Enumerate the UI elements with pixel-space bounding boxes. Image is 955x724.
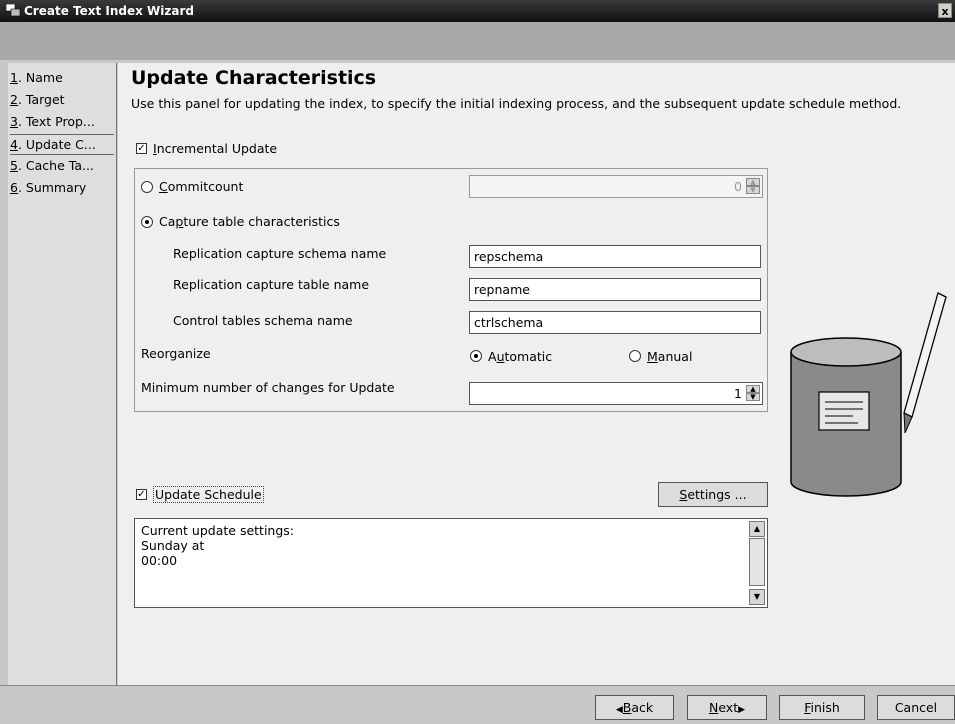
incremental-update-checkbox[interactable]: ✓ bbox=[136, 143, 147, 154]
close-button[interactable]: x bbox=[938, 3, 952, 18]
manual-radio[interactable] bbox=[629, 350, 641, 362]
page-description: Use this panel for updating the index, t… bbox=[131, 96, 902, 111]
update-schedule-label: Update Schedule bbox=[153, 486, 264, 503]
ctrl-schema-input[interactable]: ctrlschema bbox=[469, 311, 761, 334]
capture-table-radio[interactable] bbox=[141, 216, 153, 228]
next-button[interactable]: Next▶ bbox=[687, 695, 767, 720]
title-bar: Create Text Index Wizard x bbox=[0, 0, 955, 22]
settings-button[interactable]: Settings ... bbox=[658, 482, 768, 507]
update-schedule-checkbox[interactable]: ✓ bbox=[136, 489, 147, 500]
scroll-thumb[interactable] bbox=[749, 538, 765, 586]
back-arrow-icon: ◀ bbox=[615, 705, 623, 715]
sidebar-item-text-properties[interactable]: 3. Text Prop... bbox=[10, 112, 114, 131]
spin-up-icon[interactable]: ▲ bbox=[746, 385, 760, 393]
sidebar-item-name[interactable]: 1. Name bbox=[10, 68, 114, 87]
cancel-button[interactable]: Cancel bbox=[877, 695, 955, 720]
automatic-radio[interactable] bbox=[470, 350, 482, 362]
scroll-down-icon[interactable]: ▼ bbox=[749, 589, 765, 605]
commitcount-value: 0 bbox=[734, 179, 742, 194]
min-changes-label: Minimum number of changes for Update bbox=[141, 380, 395, 395]
schedule-scrollbar[interactable]: ▲ ▼ bbox=[749, 521, 765, 605]
scroll-up-icon[interactable]: ▲ bbox=[749, 521, 765, 537]
sidebar-item-target[interactable]: 2. Target bbox=[10, 90, 114, 109]
ctrl-schema-label: Control tables schema name bbox=[173, 313, 353, 328]
spin-down-icon[interactable]: ▼ bbox=[746, 186, 760, 194]
spin-down-icon[interactable]: ▼ bbox=[746, 393, 760, 401]
commitcount-spinner[interactable]: 0 ▲ ▼ bbox=[469, 175, 763, 198]
rep-table-input[interactable]: repname bbox=[469, 278, 761, 301]
min-changes-spinner[interactable]: 1 ▲ ▼ bbox=[469, 382, 763, 405]
database-pencil-icon bbox=[790, 292, 947, 497]
capture-table-label: Capture table characteristics bbox=[159, 214, 340, 229]
sidebar-item-update-characteristics[interactable]: 4. Update C... bbox=[10, 134, 114, 155]
window-title: Create Text Index Wizard bbox=[24, 4, 194, 18]
commitcount-label: Commitcount bbox=[159, 179, 244, 194]
finish-button[interactable]: Finish bbox=[779, 695, 865, 720]
sidebar-item-summary[interactable]: 6. Summary bbox=[10, 178, 114, 197]
rep-schema-input[interactable]: repschema bbox=[469, 245, 761, 268]
schedule-text: Current update settings: Sunday at 00:00 bbox=[141, 523, 294, 568]
sidebar-item-cache-table[interactable]: 5. Cache Ta... bbox=[10, 156, 114, 175]
manual-label: Manual bbox=[647, 349, 693, 364]
automatic-label: Automatic bbox=[488, 349, 553, 364]
rep-table-label: Replication capture table name bbox=[173, 277, 370, 292]
schedule-textarea[interactable]: Current update settings: Sunday at 00:00… bbox=[134, 518, 768, 608]
commitcount-radio[interactable] bbox=[141, 181, 153, 193]
spin-up-icon[interactable]: ▲ bbox=[746, 178, 760, 186]
back-button[interactable]: ◀Back bbox=[595, 695, 674, 720]
header-band bbox=[0, 22, 955, 60]
page-title: Update Characteristics bbox=[131, 67, 377, 89]
rep-schema-label: Replication capture schema name bbox=[173, 246, 387, 261]
reorganize-label: Reorganize bbox=[141, 346, 211, 361]
wizard-window-icon bbox=[6, 4, 21, 17]
min-changes-value: 1 bbox=[734, 386, 742, 401]
next-arrow-icon: ▶ bbox=[738, 705, 746, 715]
incremental-update-label: Incremental Update bbox=[153, 141, 278, 156]
